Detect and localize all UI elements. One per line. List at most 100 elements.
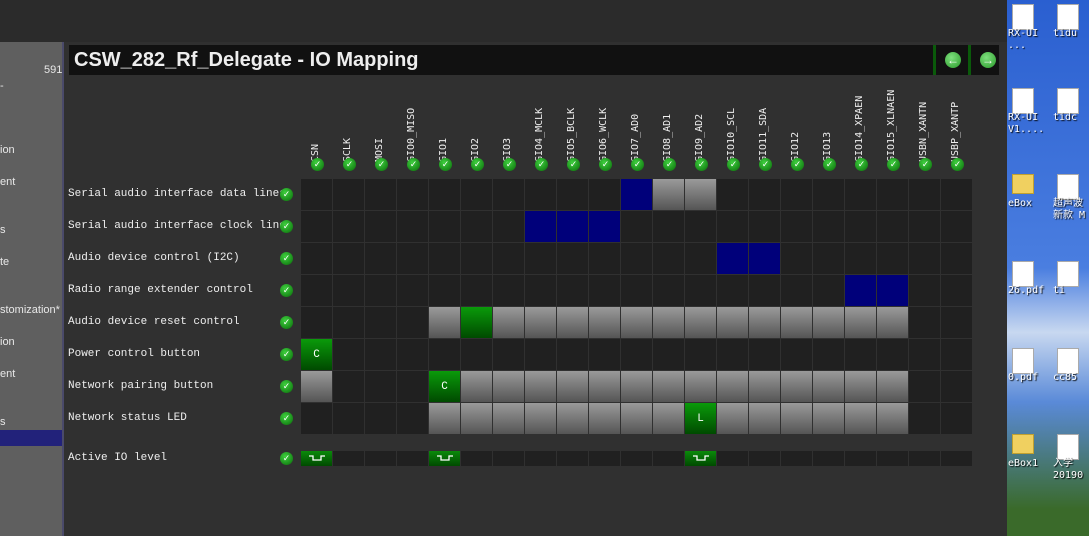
mapping-cell[interactable] [781, 307, 812, 338]
active-level-cell[interactable] [685, 451, 716, 466]
mapping-cell[interactable] [653, 371, 684, 402]
mapping-cell[interactable] [557, 371, 588, 402]
mapping-cell[interactable] [365, 307, 396, 338]
mapping-cell[interactable] [909, 211, 940, 242]
mapping-cell[interactable] [461, 211, 492, 242]
mapping-cell[interactable] [461, 371, 492, 402]
sidebar-item[interactable] [0, 430, 62, 446]
desktop-icon[interactable] [1057, 348, 1079, 374]
mapping-cell[interactable] [621, 179, 652, 210]
mapping-cell[interactable] [397, 275, 428, 306]
active-level-cell[interactable] [525, 451, 556, 466]
mapping-cell[interactable] [813, 403, 844, 434]
mapping-cell[interactable] [557, 307, 588, 338]
mapping-cell[interactable] [301, 307, 332, 338]
active-level-cell[interactable] [653, 451, 684, 466]
sidebar-item[interactable]: ion [0, 336, 15, 348]
mapping-cell[interactable] [909, 339, 940, 370]
active-level-cell[interactable] [333, 451, 364, 466]
mapping-cell[interactable] [429, 403, 460, 434]
mapping-cell[interactable] [621, 371, 652, 402]
mapping-cell[interactable] [429, 179, 460, 210]
mapping-cell[interactable] [333, 243, 364, 274]
mapping-cell[interactable] [397, 211, 428, 242]
active-level-cell[interactable] [461, 451, 492, 466]
mapping-cell[interactable] [589, 243, 620, 274]
mapping-cell[interactable] [941, 371, 972, 402]
mapping-cell[interactable] [909, 275, 940, 306]
sidebar-item[interactable]: ent [0, 176, 15, 188]
mapping-cell[interactable] [877, 211, 908, 242]
mapping-cell[interactable] [877, 275, 908, 306]
mapping-cell[interactable] [813, 339, 844, 370]
mapping-cell[interactable] [685, 243, 716, 274]
mapping-cell[interactable] [717, 403, 748, 434]
mapping-cell[interactable] [397, 339, 428, 370]
mapping-cell[interactable] [301, 179, 332, 210]
mapping-cell[interactable] [493, 179, 524, 210]
mapping-cell[interactable] [909, 403, 940, 434]
mapping-cell[interactable] [589, 339, 620, 370]
mapping-cell[interactable] [941, 339, 972, 370]
mapping-cell[interactable] [877, 179, 908, 210]
mapping-cell[interactable] [429, 275, 460, 306]
mapping-cell[interactable] [781, 179, 812, 210]
mapping-cell[interactable] [781, 339, 812, 370]
mapping-cell[interactable] [621, 211, 652, 242]
sidebar-item[interactable]: s [0, 224, 6, 236]
mapping-cell[interactable] [877, 307, 908, 338]
mapping-cell[interactable] [877, 243, 908, 274]
mapping-cell[interactable] [461, 179, 492, 210]
sidebar-item[interactable]: ion [0, 144, 15, 156]
desktop-icon[interactable] [1057, 88, 1079, 114]
mapping-cell[interactable] [365, 403, 396, 434]
sidebar-item[interactable]: - [0, 80, 4, 92]
mapping-cell[interactable] [589, 211, 620, 242]
mapping-cell[interactable] [589, 275, 620, 306]
mapping-cell[interactable] [365, 371, 396, 402]
mapping-cell[interactable] [845, 211, 876, 242]
mapping-cell[interactable] [653, 275, 684, 306]
mapping-cell[interactable] [749, 403, 780, 434]
desktop-icon-label[interactable]: ti [1053, 285, 1089, 297]
mapping-cell[interactable] [493, 339, 524, 370]
mapping-cell[interactable]: C [429, 371, 460, 402]
mapping-cell[interactable] [365, 179, 396, 210]
mapping-cell[interactable] [813, 243, 844, 274]
mapping-cell[interactable] [589, 307, 620, 338]
active-level-cell[interactable] [621, 451, 652, 466]
mapping-cell[interactable] [781, 243, 812, 274]
mapping-cell[interactable] [845, 243, 876, 274]
mapping-cell[interactable] [589, 179, 620, 210]
mapping-cell[interactable] [557, 211, 588, 242]
active-level-cell[interactable] [429, 451, 460, 466]
mapping-cell[interactable] [845, 371, 876, 402]
mapping-cell[interactable] [685, 371, 716, 402]
desktop-icon[interactable] [1057, 174, 1079, 200]
mapping-cell[interactable] [525, 211, 556, 242]
mapping-cell[interactable] [461, 339, 492, 370]
active-level-cell[interactable] [813, 451, 844, 466]
mapping-cell[interactable] [909, 243, 940, 274]
mapping-cell[interactable] [525, 275, 556, 306]
mapping-cell[interactable] [525, 403, 556, 434]
mapping-cell[interactable] [621, 243, 652, 274]
mapping-cell[interactable] [557, 403, 588, 434]
mapping-cell[interactable] [749, 179, 780, 210]
mapping-cell[interactable] [525, 371, 556, 402]
desktop-icon[interactable] [1012, 434, 1034, 454]
mapping-cell[interactable] [493, 211, 524, 242]
mapping-cell[interactable] [333, 179, 364, 210]
mapping-cell[interactable] [493, 275, 524, 306]
desktop-icon[interactable] [1012, 4, 1034, 30]
mapping-cell[interactable] [781, 371, 812, 402]
mapping-cell[interactable] [781, 275, 812, 306]
mapping-cell[interactable] [493, 307, 524, 338]
mapping-cell[interactable] [557, 179, 588, 210]
mapping-cell[interactable] [301, 243, 332, 274]
mapping-cell[interactable] [813, 371, 844, 402]
mapping-cell[interactable] [717, 275, 748, 306]
mapping-cell[interactable] [493, 371, 524, 402]
mapping-cell[interactable] [717, 179, 748, 210]
sidebar-item[interactable]: 591 [44, 64, 62, 76]
